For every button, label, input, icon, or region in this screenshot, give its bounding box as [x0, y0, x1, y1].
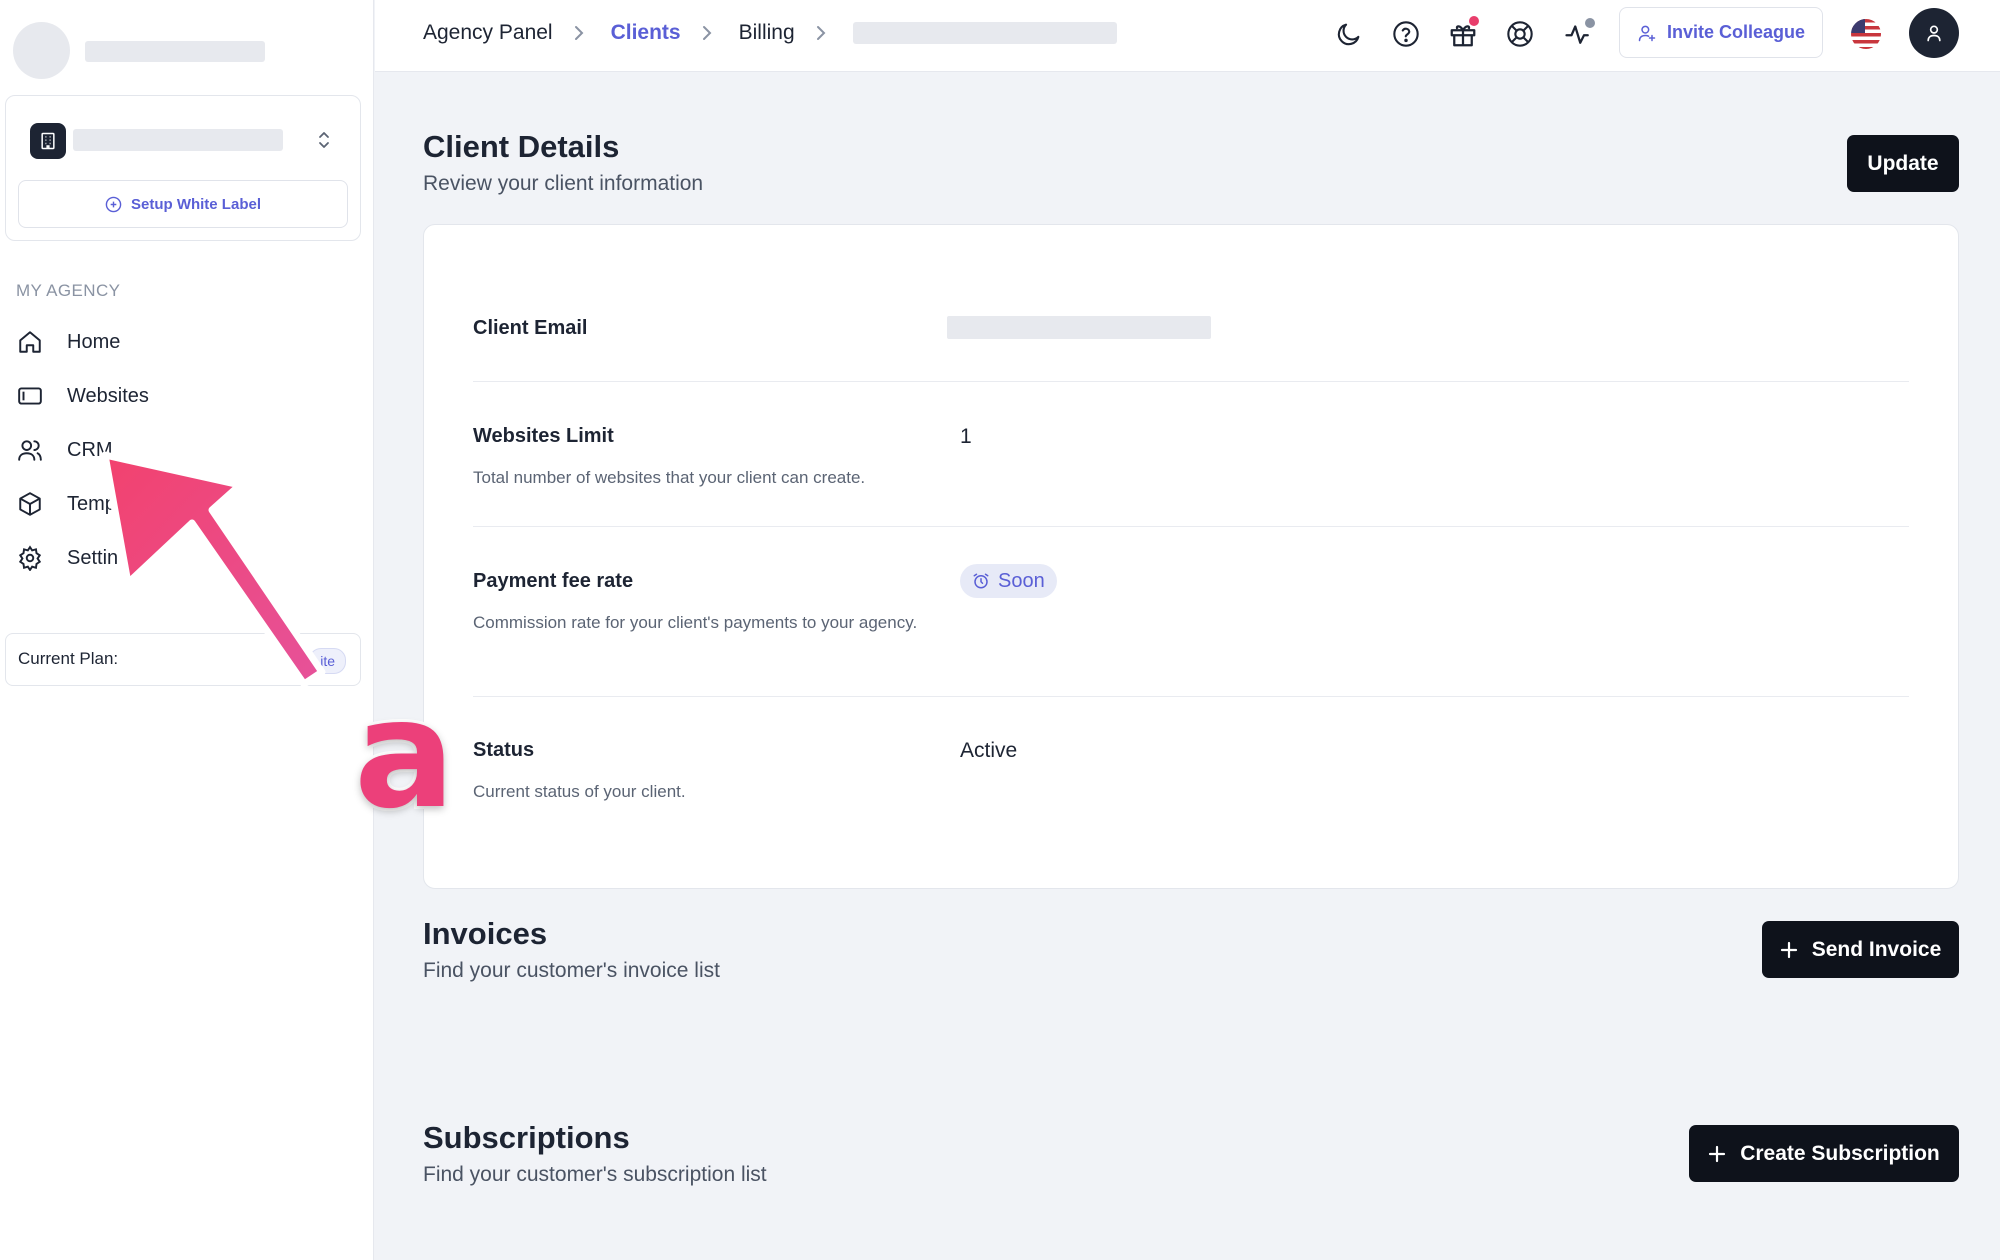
sidebar-section-label: MY AGENCY [16, 281, 121, 300]
organization-card: Setup White Label [5, 95, 361, 241]
client-email-value-placeholder [947, 316, 1211, 339]
users-icon [16, 436, 44, 464]
client-email-label: Client Email [473, 317, 588, 339]
breadcrumb-agency-panel[interactable]: Agency Panel [423, 21, 553, 45]
chevron-right-icon [815, 24, 833, 42]
update-button[interactable]: Update [1847, 135, 1959, 192]
plan-badge: ite [309, 648, 346, 674]
gear-icon [16, 544, 44, 572]
soon-badge: Soon [960, 564, 1057, 598]
breadcrumb-billing[interactable]: Billing [739, 21, 795, 45]
plus-icon [1780, 941, 1798, 959]
create-subscription-button[interactable]: Create Subscription [1689, 1125, 1959, 1182]
setup-white-label-button[interactable]: Setup White Label [18, 180, 348, 228]
subscriptions-title: Subscriptions [423, 1120, 630, 1155]
status-value: Active [960, 739, 1018, 762]
websites-limit-value: 1 [960, 425, 972, 448]
divider [473, 526, 1909, 527]
setup-white-label-label: Setup White Label [130, 195, 261, 213]
agency-name-placeholder [85, 41, 265, 62]
chevrons-up-down-icon[interactable] [314, 126, 334, 154]
help-icon[interactable] [1388, 16, 1424, 52]
activity-icon[interactable] [1561, 16, 1597, 52]
moon-icon[interactable] [1331, 16, 1367, 52]
annotation-letter: a [351, 668, 458, 842]
sidebar-item-settings[interactable]: Settin [16, 538, 118, 578]
invoices-subtitle: Find your customer's invoice list [423, 959, 720, 982]
sidebar-item-label: Settin [67, 546, 119, 569]
status-dot [1585, 18, 1595, 28]
plus-icon [1708, 1145, 1726, 1163]
browser-window-icon [16, 382, 44, 410]
sidebar-item-home[interactable]: Home [16, 322, 120, 362]
gift-icon[interactable] [1445, 16, 1481, 52]
sidebar-item-label: CRM [67, 438, 113, 461]
breadcrumb-client-placeholder [852, 22, 1117, 44]
top-bar: Agency Panel Clients Billing Invite Coll… [375, 0, 2000, 72]
sidebar: Setup White Label MY AGENCY Home Website… [0, 0, 374, 1260]
agency-avatar[interactable] [13, 22, 70, 79]
soon-badge-label: Soon [998, 569, 1045, 592]
send-invoice-label: Send Invoice [1811, 937, 1942, 961]
chevron-right-icon [701, 24, 719, 42]
sidebar-item-crm[interactable]: CRM [16, 430, 113, 470]
client-details-title: Client Details [423, 129, 620, 164]
lifebuoy-icon[interactable] [1502, 16, 1538, 52]
current-plan-card[interactable]: Current Plan: ite [5, 633, 361, 686]
payment-fee-rate-description: Commission rate for your client's paymen… [473, 613, 918, 632]
user-avatar[interactable] [1909, 8, 1959, 58]
breadcrumb: Agency Panel Clients Billing [423, 0, 1117, 66]
sidebar-item-websites[interactable]: Websites [16, 376, 149, 416]
building-icon [30, 123, 66, 159]
invoices-title: Invoices [423, 916, 548, 951]
invite-colleague-label: Invite Colleague [1666, 22, 1806, 42]
websites-limit-description: Total number of websites that your clien… [473, 468, 866, 487]
payment-fee-rate-label: Payment fee rate [473, 570, 634, 592]
divider [473, 696, 1909, 697]
status-label: Status [473, 739, 535, 761]
notification-dot [1469, 16, 1479, 26]
sidebar-item-label: Temp [67, 492, 116, 515]
chevron-right-icon [573, 24, 591, 42]
send-invoice-button[interactable]: Send Invoice [1762, 921, 1959, 978]
us-flag-icon[interactable] [1851, 19, 1881, 49]
client-details-subtitle: Review your client information [423, 172, 704, 195]
organization-name-placeholder [73, 129, 283, 151]
user-plus-icon [1637, 23, 1657, 43]
status-description: Current status of your client. [473, 782, 686, 801]
divider [473, 381, 1909, 382]
sidebar-item-label: Home [67, 330, 121, 353]
home-icon [16, 328, 44, 356]
invite-colleague-button[interactable]: Invite Colleague [1619, 7, 1823, 58]
websites-limit-label: Websites Limit [473, 425, 614, 447]
subscriptions-subtitle: Find your customer's subscription list [423, 1163, 767, 1186]
sidebar-item-label: Websites [67, 384, 149, 407]
alarm-clock-icon [972, 572, 990, 590]
current-plan-label: Current Plan: [18, 649, 119, 668]
client-details-card: Client Email Websites Limit Total number… [423, 224, 1959, 889]
plus-circle-icon [105, 196, 122, 213]
breadcrumb-clients[interactable]: Clients [611, 21, 681, 45]
sidebar-item-templates[interactable]: Temp [16, 484, 116, 524]
package-icon [16, 490, 44, 518]
create-subscription-label: Create Subscription [1740, 1141, 1940, 1165]
